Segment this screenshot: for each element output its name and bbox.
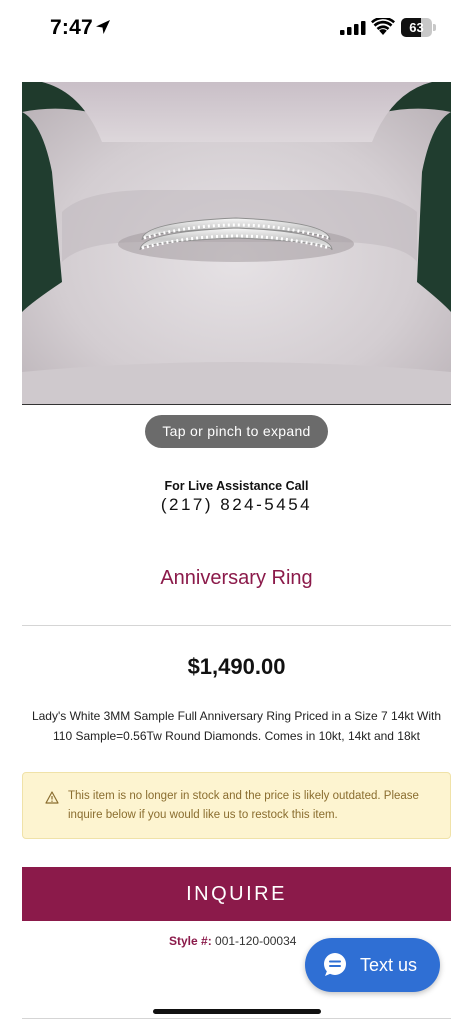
battery-percent: 63: [409, 20, 424, 35]
product-description: Lady's White 3MM Sample Full Anniversary…: [31, 709, 442, 743]
text-us-button[interactable]: Text us: [305, 938, 440, 992]
inquire-button[interactable]: INQUIRE: [22, 867, 451, 921]
assistance-label: For Live Assistance Call: [164, 479, 309, 493]
style-number: 001-120-00034: [215, 934, 297, 948]
style-label: Style #:: [169, 934, 212, 948]
divider: [22, 1018, 451, 1019]
location-arrow-icon: [96, 20, 110, 34]
product-title: Anniversary Ring: [160, 567, 313, 589]
status-time: 7:47: [50, 16, 93, 39]
warning-triangle-icon: [45, 791, 59, 804]
product-price: $1,490.00: [187, 654, 286, 679]
wifi-icon: [371, 18, 395, 35]
cellular-signal-icon: [340, 21, 366, 35]
assistance-phone[interactable]: (217) 824-5454: [0, 495, 473, 515]
style-number-line: Style #: 001-120-00034: [169, 934, 296, 948]
status-bar: 7:47 63: [0, 0, 473, 56]
stock-warning: This item is no longer in stock and the …: [22, 772, 451, 839]
warning-text: This item is no longer in stock and the …: [68, 790, 419, 821]
battery-icon: 63: [401, 18, 437, 37]
home-indicator: [153, 1009, 321, 1014]
product-image[interactable]: [22, 82, 451, 405]
divider: [22, 625, 451, 626]
text-us-label: Text us: [360, 955, 418, 975]
expand-hint[interactable]: Tap or pinch to expand: [145, 415, 328, 448]
ring-photo: [22, 82, 451, 404]
chat-bubble-icon: [324, 953, 346, 976]
